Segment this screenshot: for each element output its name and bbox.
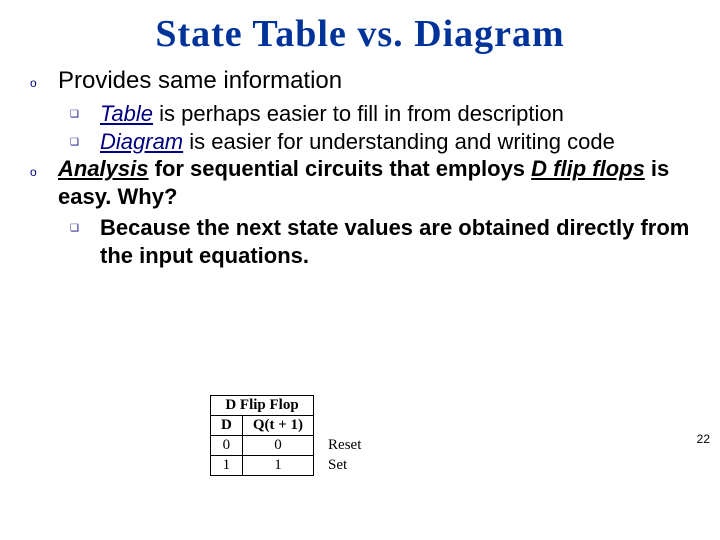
bullet-level2: ❑ Diagram is easier for understanding an… <box>70 128 690 156</box>
cell-q: 0 <box>242 436 313 456</box>
bullet-level1: o Provides same information <box>30 66 690 96</box>
bullet-text: Table is perhaps easier to fill in from … <box>100 100 564 128</box>
cell-label: Set <box>314 456 372 476</box>
cell-d: 1 <box>211 456 243 476</box>
slide-title: State Table vs. Diagram <box>0 0 720 56</box>
bullet-level2: ❑ Because the next state values are obta… <box>70 214 690 269</box>
text-mid: for sequential circuits that employs <box>149 156 532 181</box>
cell-q: 1 <box>242 456 313 476</box>
text-rest: is perhaps easier to fill in from descri… <box>153 101 564 126</box>
square-bullet-icon: ❑ <box>70 100 100 120</box>
cell-label: Reset <box>314 436 372 456</box>
slide: State Table vs. Diagram o Provides same … <box>0 0 720 540</box>
emph-table: Table <box>100 101 153 126</box>
bullet-text: Diagram is easier for understanding and … <box>100 128 615 156</box>
flip-flop-table: D Flip Flop D Q(t + 1) 0 0 Reset 1 1 Set <box>210 395 372 476</box>
table-row: 1 1 Set <box>211 456 372 476</box>
col-d: D <box>211 416 243 436</box>
cell-d: 0 <box>211 436 243 456</box>
col-q: Q(t + 1) <box>242 416 313 436</box>
bullet-level1: o Analysis for sequential circuits that … <box>30 155 690 210</box>
emph-dflipflops: D flip flops <box>531 156 645 181</box>
page-number: 22 <box>697 432 710 446</box>
table-row: D Q(t + 1) <box>211 416 372 436</box>
flip-flop-table-wrap: D Flip Flop D Q(t + 1) 0 0 Reset 1 1 Set <box>210 395 372 476</box>
emph-analysis: Analysis <box>58 156 149 181</box>
empty-cell <box>314 396 372 416</box>
bullet-level2: ❑ Table is perhaps easier to fill in fro… <box>70 100 690 128</box>
slide-body: o Provides same information ❑ Table is p… <box>0 56 720 269</box>
circle-bullet-icon: o <box>30 155 58 179</box>
square-bullet-icon: ❑ <box>70 128 100 148</box>
empty-cell <box>314 416 372 436</box>
text-rest: is easier for understanding and writing … <box>183 129 615 154</box>
bullet-text: Analysis for sequential circuits that em… <box>58 155 690 210</box>
table-row: 0 0 Reset <box>211 436 372 456</box>
bullet-text: Provides same information <box>58 66 342 96</box>
table-row: D Flip Flop <box>211 396 372 416</box>
square-bullet-icon: ❑ <box>70 214 100 234</box>
bullet-text: Because the next state values are obtain… <box>100 214 690 269</box>
circle-bullet-icon: o <box>30 66 58 90</box>
table-caption: D Flip Flop <box>211 396 314 416</box>
emph-diagram: Diagram <box>100 129 183 154</box>
